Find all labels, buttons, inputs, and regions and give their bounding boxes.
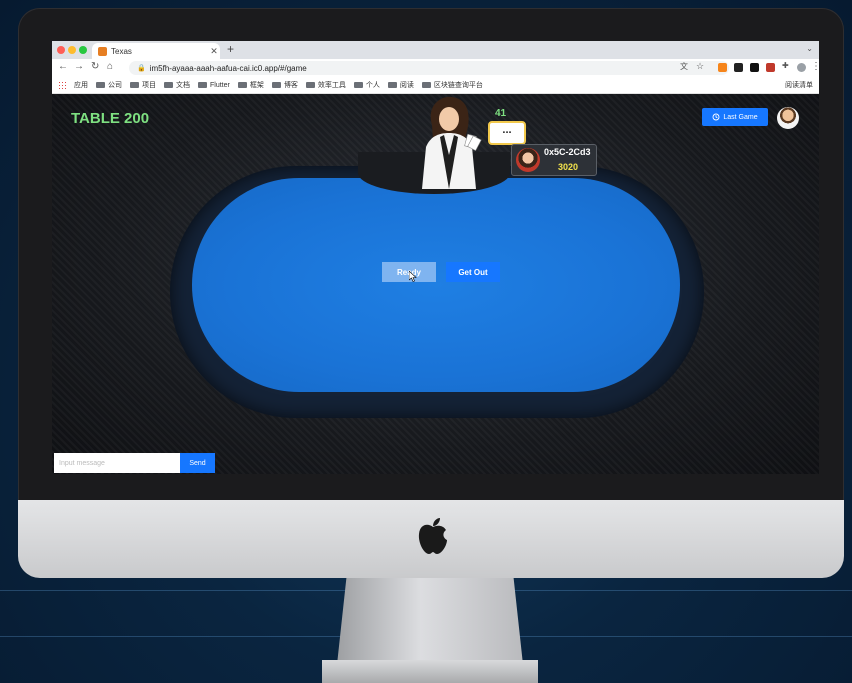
bookmark-reading[interactable]: 阅读	[387, 80, 414, 90]
maximize-window-button[interactable]	[79, 46, 87, 54]
bookmark-docs[interactable]: 文档	[164, 80, 190, 90]
bookmark-star-icon[interactable]: ☆	[696, 61, 704, 72]
bookmarks-bar: 应用 公司 项目 文档 Flutter 框架 博客 效率工具 个人 阅读 区块链…	[52, 77, 819, 94]
bookmark-blockchain[interactable]: 区块链查询平台	[421, 80, 483, 90]
extension-icon[interactable]	[766, 63, 775, 72]
history-icon	[712, 113, 720, 121]
metamask-extension-icon[interactable]	[718, 63, 727, 72]
home-icon[interactable]: ⌂	[107, 61, 113, 72]
bookmark-tools[interactable]: 效率工具	[305, 80, 346, 90]
profile-icon[interactable]	[797, 63, 806, 72]
folder-icon	[130, 82, 139, 88]
reload-icon[interactable]: ↻	[91, 61, 99, 72]
game-page: TABLE 200 Last Game 41 ... 0x5C-2Cd3 302…	[52, 94, 819, 474]
folder-icon	[421, 82, 431, 88]
translate-icon[interactable]: 文	[680, 61, 688, 72]
turn-countdown: 41	[495, 108, 507, 119]
lock-icon: 🔒	[137, 65, 146, 72]
bookmark-blog[interactable]: 博客	[271, 80, 298, 90]
close-window-button[interactable]	[57, 46, 65, 54]
last-game-button[interactable]: Last Game	[702, 108, 768, 126]
extension-icon[interactable]	[734, 63, 743, 72]
bookmark-personal[interactable]: 个人	[353, 80, 380, 90]
minimize-window-button[interactable]	[68, 46, 76, 54]
imac-stand-foot	[322, 660, 538, 683]
imac-screen: Texas ✕ + ⌄ ← → ↻ ⌂ 🔒 im5fh-ayaaa-aaah-a…	[52, 41, 819, 474]
chat-bubble: ...	[488, 121, 526, 145]
reading-list-button[interactable]: 阅读清单	[785, 80, 813, 90]
dealer-avatar	[422, 96, 482, 189]
browser-menu-icon[interactable]: ⋮	[811, 61, 819, 72]
table-title: TABLE 200	[71, 110, 150, 127]
tab-title: Texas	[111, 46, 132, 56]
apple-logo-icon	[418, 518, 447, 554]
folder-icon	[305, 82, 315, 88]
bookmark-frameworks[interactable]: 框架	[237, 80, 264, 90]
folder-icon	[198, 82, 207, 88]
forward-arrow-icon[interactable]: →	[74, 61, 84, 72]
bookmark-company[interactable]: 公司	[96, 80, 122, 90]
last-game-label: Last Game	[723, 113, 758, 121]
tab-close-icon[interactable]: ✕	[208, 46, 220, 57]
apps-grid-icon[interactable]	[58, 81, 66, 89]
poker-table-felt	[192, 178, 680, 392]
url-field[interactable]: 🔒 im5fh-ayaaa-aaah-aafua-cai.ic0.app/#/g…	[129, 61, 729, 75]
texas-favicon-icon	[98, 46, 107, 56]
mouse-cursor-icon	[409, 271, 417, 282]
player-seat: 0x5C-2Cd3 3020	[511, 144, 597, 176]
folder-icon	[271, 82, 281, 88]
folder-icon	[237, 82, 247, 88]
bookmark-projects[interactable]: 项目	[130, 80, 156, 90]
message-input[interactable]	[54, 453, 180, 473]
folder-icon	[353, 82, 363, 88]
back-arrow-icon[interactable]: ←	[58, 61, 68, 72]
folder-icon	[164, 82, 173, 88]
player-avatar	[516, 148, 540, 172]
extensions-puzzle-icon[interactable]: ✚	[782, 61, 789, 70]
player-chips: 3020	[558, 162, 579, 172]
browser-tab-bar: Texas ✕ + ⌄	[52, 41, 819, 59]
get-out-button[interactable]: Get Out	[446, 262, 500, 282]
extension-icon[interactable]	[750, 63, 759, 72]
bookmark-apps[interactable]: 应用	[74, 80, 88, 90]
browser-tab[interactable]: Texas ✕	[92, 43, 220, 59]
user-avatar[interactable]	[777, 107, 799, 129]
new-tab-button[interactable]: +	[227, 42, 234, 56]
folder-icon	[387, 82, 397, 88]
tab-search-chevron-icon[interactable]: ⌄	[806, 44, 813, 53]
url-text: im5fh-ayaaa-aaah-aafua-cai.ic0.app/#/gam…	[149, 63, 307, 73]
player-name: 0x5C-2Cd3	[544, 147, 591, 157]
bookmark-flutter[interactable]: Flutter	[198, 82, 230, 89]
address-bar-row: ← → ↻ ⌂ 🔒 im5fh-ayaaa-aaah-aafua-cai.ic0…	[52, 59, 819, 78]
folder-icon	[96, 82, 105, 88]
send-button[interactable]: Send	[180, 453, 215, 473]
